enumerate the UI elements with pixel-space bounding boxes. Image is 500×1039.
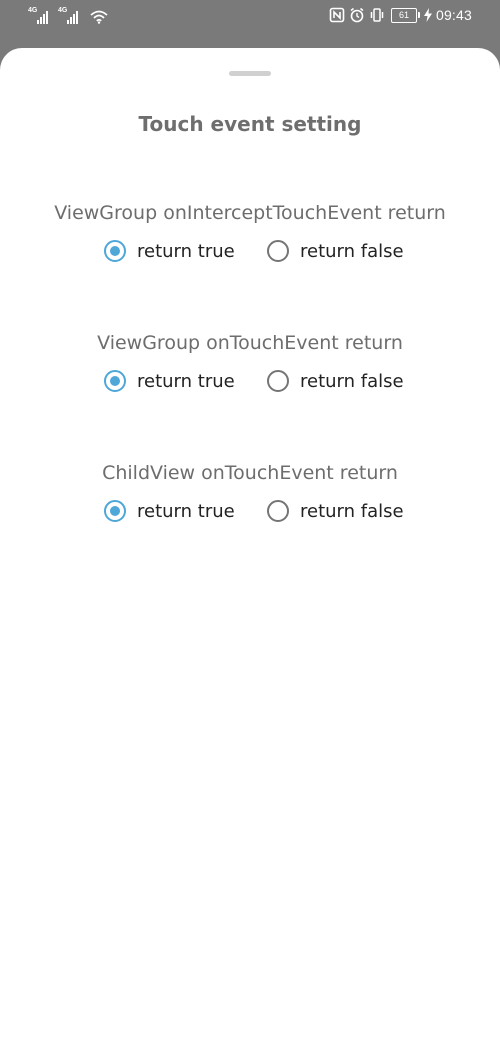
battery-level: 61 xyxy=(398,9,409,20)
radio-unchecked-icon xyxy=(267,240,289,262)
radio-group: return true return false xyxy=(104,366,424,396)
group-label: ViewGroup onInterceptTouchEvent return xyxy=(54,202,446,224)
radio-label: return true xyxy=(137,500,235,522)
group-label: ViewGroup onTouchEvent return xyxy=(97,332,403,354)
status-clock: 09:43 xyxy=(435,7,472,23)
nfc-icon xyxy=(329,7,345,23)
radio-label: return true xyxy=(137,240,235,262)
status-bar: 4G 4G 61 09:43 xyxy=(0,0,500,48)
radio-checked-icon xyxy=(104,370,126,392)
charging-icon xyxy=(423,8,432,22)
radio-label: return true xyxy=(137,370,235,392)
viewgroup-touch-group: ViewGroup onTouchEvent return return tru… xyxy=(0,329,500,392)
sheet-title: Touch event setting xyxy=(138,112,362,136)
sim1-signal-icon: 4G xyxy=(28,7,54,24)
radio-return-true[interactable]: return true xyxy=(104,236,235,266)
group-label: ChildView onTouchEvent return xyxy=(102,462,398,484)
radio-return-false[interactable]: return false xyxy=(267,366,404,396)
radio-return-true[interactable]: return true xyxy=(104,366,235,396)
wifi-icon xyxy=(90,10,108,24)
sim2-network-tag: 4G xyxy=(58,7,68,14)
status-right-group: 61 09:43 xyxy=(329,7,472,23)
radio-return-false[interactable]: return false xyxy=(267,496,404,526)
battery-icon: 61 xyxy=(390,7,420,23)
radio-label: return false xyxy=(300,500,404,522)
sheet-drag-handle[interactable] xyxy=(229,71,271,76)
alarm-icon xyxy=(350,7,364,23)
radio-label: return false xyxy=(300,240,404,262)
radio-unchecked-icon xyxy=(267,500,289,522)
radio-group: return true return false xyxy=(104,236,424,266)
sim2-signal-icon: 4G xyxy=(58,7,84,24)
radio-checked-icon xyxy=(104,240,126,262)
childview-touch-group: ChildView onTouchEvent return return tru… xyxy=(0,459,500,522)
radio-label: return false xyxy=(300,370,404,392)
intercept-touch-group: ViewGroup onInterceptTouchEvent return r… xyxy=(0,199,500,262)
bottom-sheet: Touch event setting ViewGroup onIntercep… xyxy=(0,48,500,1039)
sim1-network-tag: 4G xyxy=(28,7,38,14)
status-left-group: 4G 4G xyxy=(28,7,108,24)
radio-group: return true return false xyxy=(104,496,424,526)
radio-return-true[interactable]: return true xyxy=(104,496,235,526)
radio-return-false[interactable]: return false xyxy=(267,236,404,266)
radio-checked-icon xyxy=(104,500,126,522)
radio-unchecked-icon xyxy=(267,370,289,392)
vibrate-icon xyxy=(370,8,384,22)
